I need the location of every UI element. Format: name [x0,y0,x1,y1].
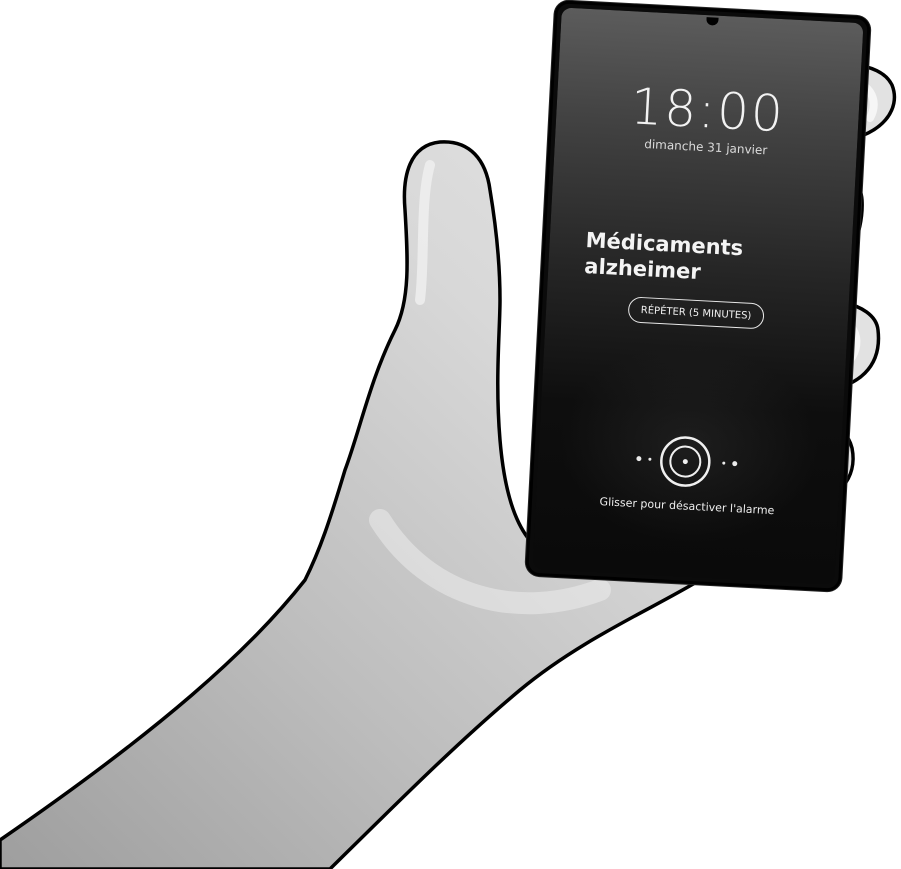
smartphone: 18:00 dimanche 31 janvier Médicaments al… [525,0,871,592]
alarm-dismiss-handle-icon [660,436,711,487]
lock-screen: 18:00 dimanche 31 janvier Médicaments al… [532,7,864,585]
illustration: 18:00 dimanche 31 janvier Médicaments al… [0,0,901,869]
swipe-dot-left-inner [648,457,652,461]
alarm-dismiss-handle[interactable] [657,433,714,490]
swipe-dot-right-inner [722,461,726,465]
